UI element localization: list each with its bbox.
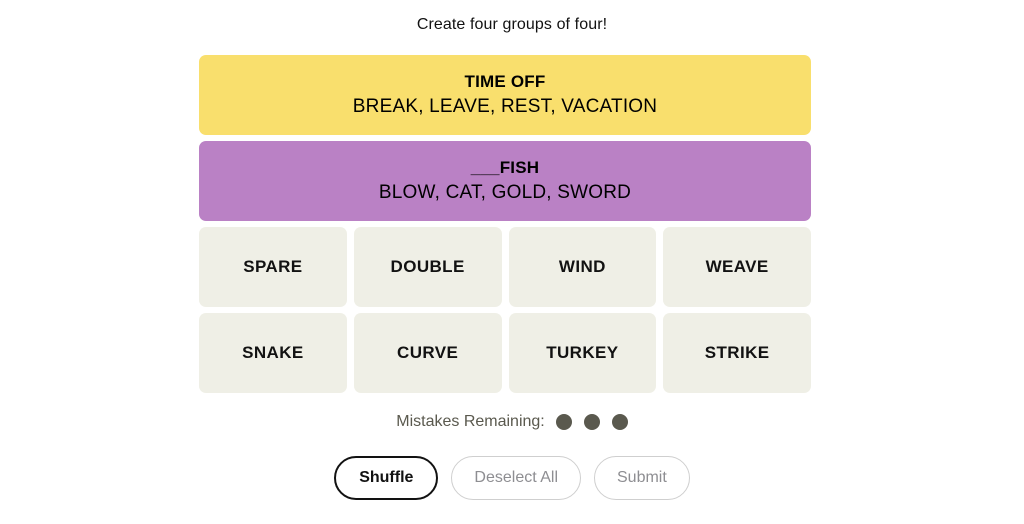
mistake-dot <box>583 414 600 430</box>
shuffle-button[interactable]: Shuffle <box>334 456 439 500</box>
mistake-dot <box>611 414 628 430</box>
mistakes-remaining: Mistakes Remaining: <box>0 412 1024 432</box>
word-tile-grid: SPARE DOUBLE WIND WEAVE SNAKE CURVE TURK… <box>199 227 811 393</box>
word-tile[interactable]: STRIKE <box>663 313 811 393</box>
connections-game: Create four groups of four! TIME OFF BRE… <box>0 0 1024 524</box>
deselect-all-button[interactable]: Deselect All <box>451 456 581 500</box>
word-tile[interactable]: SNAKE <box>199 313 347 393</box>
game-board: TIME OFF BREAK, LEAVE, REST, VACATION __… <box>199 55 811 393</box>
page-subtitle: Create four groups of four! <box>416 16 608 33</box>
solved-group-members: BLOW, CAT, GOLD, SWORD <box>378 182 632 203</box>
controls-row: Shuffle Deselect All Submit <box>0 456 1024 500</box>
word-tile[interactable]: DOUBLE <box>353 227 502 307</box>
solved-group-title: TIME OFF <box>464 72 546 91</box>
mistakes-dots <box>555 414 628 430</box>
solved-group-row: TIME OFF BREAK, LEAVE, REST, VACATION <box>199 55 811 135</box>
word-tile[interactable]: TURKEY <box>508 313 657 393</box>
solved-group-title: ___FISH <box>470 158 540 177</box>
submit-button[interactable]: Submit <box>594 456 690 500</box>
solved-group-members: BREAK, LEAVE, REST, VACATION <box>352 96 658 117</box>
solved-group-row: ___FISH BLOW, CAT, GOLD, SWORD <box>199 141 811 221</box>
word-tile[interactable]: WIND <box>508 227 657 307</box>
word-tile[interactable]: CURVE <box>353 313 502 393</box>
mistake-dot <box>555 414 572 430</box>
mistakes-remaining-label: Mistakes Remaining: <box>396 413 545 430</box>
word-tile[interactable]: SPARE <box>199 227 347 307</box>
word-tile[interactable]: WEAVE <box>663 227 811 307</box>
